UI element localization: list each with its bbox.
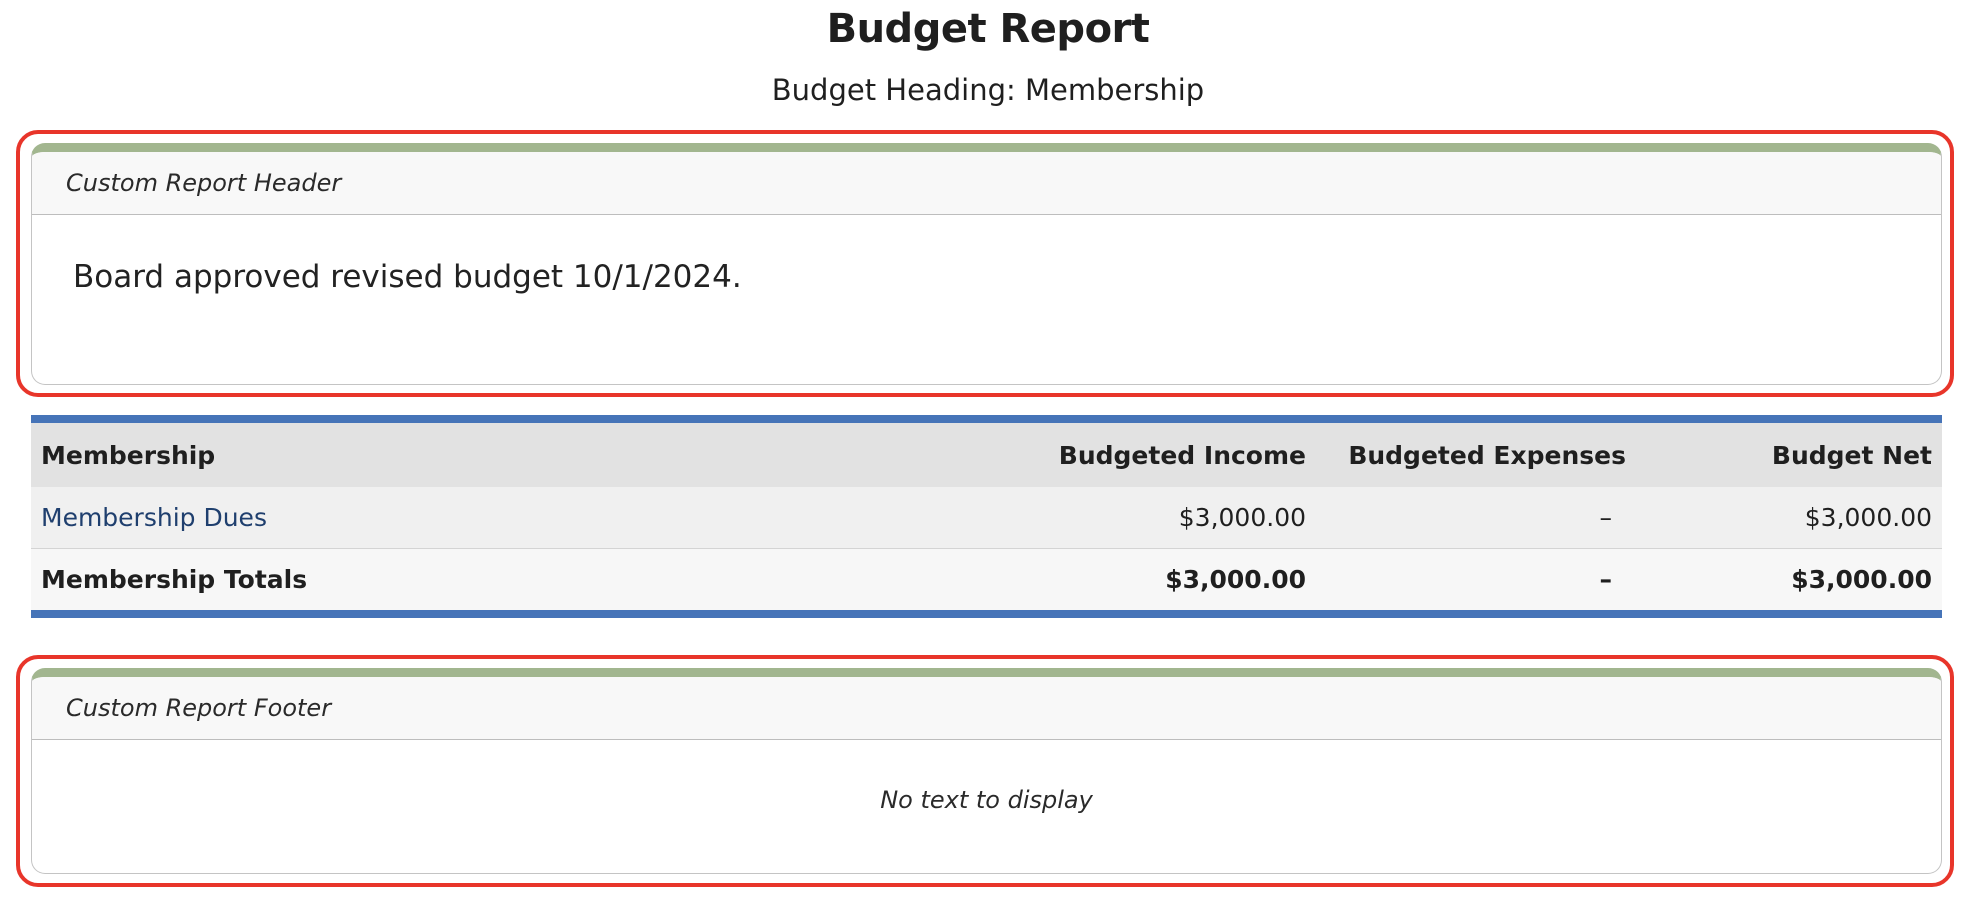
totals-income-value: $3,000.00 bbox=[1165, 565, 1306, 594]
membership-dues-link[interactable]: Membership Dues bbox=[41, 503, 267, 532]
row-net-value: $3,000.00 bbox=[1804, 503, 1932, 532]
custom-report-footer-panel: Custom Report Footer No text to display bbox=[31, 668, 1942, 874]
table-row: Membership Dues $3,000.00 – $3,000.00 bbox=[31, 487, 1942, 549]
budget-table: Membership Budgeted Income Budgeted Expe… bbox=[31, 415, 1942, 618]
totals-expenses-value: – bbox=[1599, 565, 1613, 594]
custom-report-header-text: Board approved revised budget 10/1/2024. bbox=[73, 259, 742, 295]
row-expenses-value: – bbox=[1599, 503, 1613, 532]
column-header-membership: Membership bbox=[41, 440, 216, 470]
custom-report-header-title: Custom Report Header bbox=[32, 152, 1941, 215]
column-header-budget-net: Budget Net bbox=[1771, 440, 1932, 470]
page-title: Budget Report bbox=[826, 6, 1150, 52]
custom-report-footer-title: Custom Report Footer bbox=[32, 677, 1941, 740]
custom-report-header-panel: Custom Report Header Board approved revi… bbox=[31, 143, 1942, 385]
column-header-budgeted-expenses: Budgeted Expenses bbox=[1348, 440, 1626, 470]
totals-label: Membership Totals bbox=[41, 565, 308, 594]
budget-heading-subtitle: Budget Heading: Membership bbox=[771, 73, 1205, 107]
custom-report-footer-text: No text to display bbox=[880, 786, 1093, 814]
table-header-row: Membership Budgeted Income Budgeted Expe… bbox=[31, 423, 1942, 487]
row-income-value: $3,000.00 bbox=[1178, 503, 1306, 532]
totals-net-value: $3,000.00 bbox=[1791, 565, 1932, 594]
table-totals-row: Membership Totals $3,000.00 – $3,000.00 bbox=[31, 549, 1942, 610]
column-header-budgeted-income: Budgeted Income bbox=[1058, 440, 1306, 470]
